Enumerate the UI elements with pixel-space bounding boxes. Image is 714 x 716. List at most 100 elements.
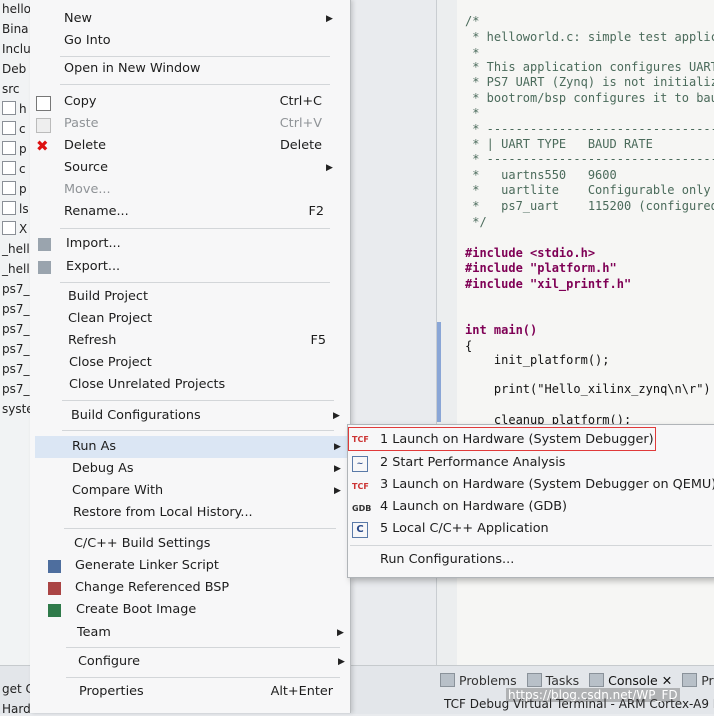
submenu-item-launch-qemu[interactable]: 3 Launch on Hardware (System Debugger on… bbox=[380, 475, 714, 495]
menu-item-build-configurations[interactable]: Build Configurations ▶ bbox=[71, 406, 341, 426]
menu-item-change-bsp[interactable]: Change Referenced BSP bbox=[75, 578, 345, 598]
bottom-tabs: Problems Tasks Console ✕ Pr bbox=[440, 670, 714, 690]
explorer-item[interactable]: X bbox=[2, 220, 27, 238]
code-line: * This application configures UART bbox=[465, 60, 714, 74]
performance-icon: ~ bbox=[352, 456, 368, 472]
menu-item-close-project[interactable]: Close Project bbox=[69, 353, 329, 373]
tab-tasks[interactable]: Tasks bbox=[526, 673, 579, 688]
explorer-item[interactable]: ps7_ bbox=[2, 280, 30, 298]
submenu-item-launch-hardware[interactable]: 1 Launch on Hardware (System Debugger) bbox=[380, 430, 654, 450]
explorer-item[interactable]: c bbox=[2, 160, 26, 178]
properties-icon bbox=[682, 673, 698, 687]
explorer-item[interactable]: Deb bbox=[2, 60, 26, 78]
code-line: * ps7_uart 115200 (configured bbox=[465, 199, 714, 213]
file-icon bbox=[2, 181, 16, 195]
explorer-item[interactable]: syste bbox=[2, 400, 34, 418]
menu-separator bbox=[66, 677, 340, 678]
run-as-submenu: TCF 1 Launch on Hardware (System Debugge… bbox=[347, 424, 714, 578]
tab-properties[interactable]: Pr bbox=[682, 673, 714, 688]
delete-icon: ✖ bbox=[36, 137, 49, 155]
explorer-item[interactable]: Bina bbox=[2, 20, 29, 38]
code-line: * helloworld.c: simple test applica bbox=[465, 30, 714, 44]
menu-item-configure[interactable]: Configure ▶ bbox=[78, 652, 348, 672]
menu-item-compare-with[interactable]: Compare With ▶ bbox=[72, 481, 342, 501]
submenu-item-local-app[interactable]: 5 Local C/C++ Application bbox=[380, 519, 549, 539]
close-icon[interactable]: ✕ bbox=[662, 673, 672, 688]
menu-separator bbox=[60, 84, 330, 85]
menu-item-import[interactable]: Import... bbox=[66, 234, 326, 254]
code-line: print("Hello_xilinx_zynq\n\r") bbox=[465, 382, 711, 396]
menu-item-paste[interactable]: Paste Ctrl+V bbox=[64, 114, 322, 134]
submenu-arrow-icon: ▶ bbox=[337, 628, 344, 638]
explorer-item[interactable]: ps7_ bbox=[2, 320, 30, 338]
file-icon bbox=[2, 221, 16, 235]
file-icon bbox=[2, 121, 16, 135]
bsp-icon bbox=[48, 582, 61, 595]
menu-item-export[interactable]: Export... bbox=[66, 257, 326, 277]
menu-item-clean-project[interactable]: Clean Project bbox=[68, 309, 328, 329]
code-line: * bbox=[465, 46, 480, 60]
tab-problems[interactable]: Problems bbox=[440, 673, 517, 688]
menu-item-build-settings[interactable]: C/C++ Build Settings bbox=[74, 534, 344, 554]
submenu-item-launch-gdb[interactable]: 4 Launch on Hardware (GDB) bbox=[380, 497, 567, 517]
include-line: #include "platform.h" bbox=[465, 261, 617, 275]
code-line: init_platform(); bbox=[465, 353, 610, 367]
menu-item-rename[interactable]: Rename... F2 bbox=[64, 202, 324, 222]
code-line: /* bbox=[465, 14, 480, 28]
import-icon bbox=[38, 238, 51, 251]
explorer-item[interactable]: ls bbox=[2, 200, 29, 218]
menu-item-build-project[interactable]: Build Project bbox=[68, 287, 328, 307]
menu-item-debug-as[interactable]: Debug As ▶ bbox=[72, 459, 342, 479]
menu-item-open-new-window[interactable]: Open in New Window bbox=[64, 59, 334, 79]
problems-icon bbox=[440, 673, 455, 687]
submenu-arrow-icon: ▶ bbox=[333, 411, 340, 421]
explorer-item[interactable]: c bbox=[2, 120, 26, 138]
menu-item-source[interactable]: Source ▶ bbox=[64, 158, 334, 178]
linker-script-icon bbox=[48, 560, 61, 573]
menu-item-generate-linker-script[interactable]: Generate Linker Script bbox=[75, 556, 345, 576]
file-icon bbox=[2, 161, 16, 175]
code-line: * uartns550 9600 bbox=[465, 168, 617, 182]
menu-item-new[interactable]: New ▶ bbox=[64, 9, 334, 29]
tcf-icon: TCF bbox=[352, 435, 369, 444]
explorer-item[interactable]: p bbox=[2, 180, 27, 198]
menu-item-team[interactable]: Team ▶ bbox=[77, 623, 347, 643]
submenu-arrow-icon: ▶ bbox=[334, 442, 341, 452]
change-marker bbox=[437, 322, 441, 422]
menu-item-move[interactable]: Move... bbox=[64, 180, 334, 200]
menu-item-restore-history[interactable]: Restore from Local History... bbox=[73, 503, 343, 523]
menu-item-close-unrelated[interactable]: Close Unrelated Projects bbox=[69, 375, 329, 395]
explorer-item[interactable]: ps7_ bbox=[2, 300, 30, 318]
explorer-item[interactable]: ps7_ bbox=[2, 360, 30, 378]
submenu-arrow-icon: ▶ bbox=[338, 657, 345, 667]
tab-console[interactable]: Console ✕ bbox=[589, 673, 672, 688]
file-icon bbox=[2, 101, 16, 115]
code-line: * | UART TYPE BAUD RATE bbox=[465, 137, 653, 151]
explorer-item[interactable]: ps7_ bbox=[2, 340, 30, 358]
watermark: https://blog.csdn.net/WP_FD bbox=[506, 688, 680, 702]
menu-item-refresh[interactable]: Refresh F5 bbox=[68, 331, 326, 351]
explorer-item[interactable]: p bbox=[2, 140, 27, 158]
boot-image-icon bbox=[48, 604, 61, 617]
gdb-icon: GDB bbox=[352, 504, 372, 513]
menu-item-copy[interactable]: Copy Ctrl+C bbox=[64, 92, 322, 112]
menu-separator bbox=[60, 282, 330, 283]
include-line: #include <stdio.h> bbox=[465, 246, 596, 260]
explorer-item[interactable]: Inclu bbox=[2, 40, 31, 58]
menu-item-delete[interactable]: Delete Delete bbox=[64, 136, 322, 156]
explorer-item[interactable]: h bbox=[2, 100, 27, 118]
menu-separator bbox=[64, 528, 336, 529]
menu-item-create-boot-image[interactable]: Create Boot Image bbox=[76, 600, 346, 620]
export-icon bbox=[38, 261, 51, 274]
menu-item-run-as[interactable]: Run As ▶ bbox=[72, 437, 342, 457]
menu-separator bbox=[60, 228, 330, 229]
submenu-item-performance[interactable]: 2 Start Performance Analysis bbox=[380, 453, 565, 473]
menu-separator bbox=[60, 56, 330, 57]
code-line: * PS7 UART (Zynq) is not initializ bbox=[465, 75, 714, 89]
menu-item-go-into[interactable]: Go Into bbox=[64, 31, 334, 51]
menu-item-properties[interactable]: Properties Alt+Enter bbox=[79, 682, 333, 702]
menu-separator bbox=[62, 400, 334, 401]
explorer-item[interactable]: ps7_ bbox=[2, 380, 30, 398]
explorer-item[interactable]: src bbox=[2, 80, 20, 98]
submenu-item-run-configurations[interactable]: Run Configurations... bbox=[380, 550, 514, 570]
